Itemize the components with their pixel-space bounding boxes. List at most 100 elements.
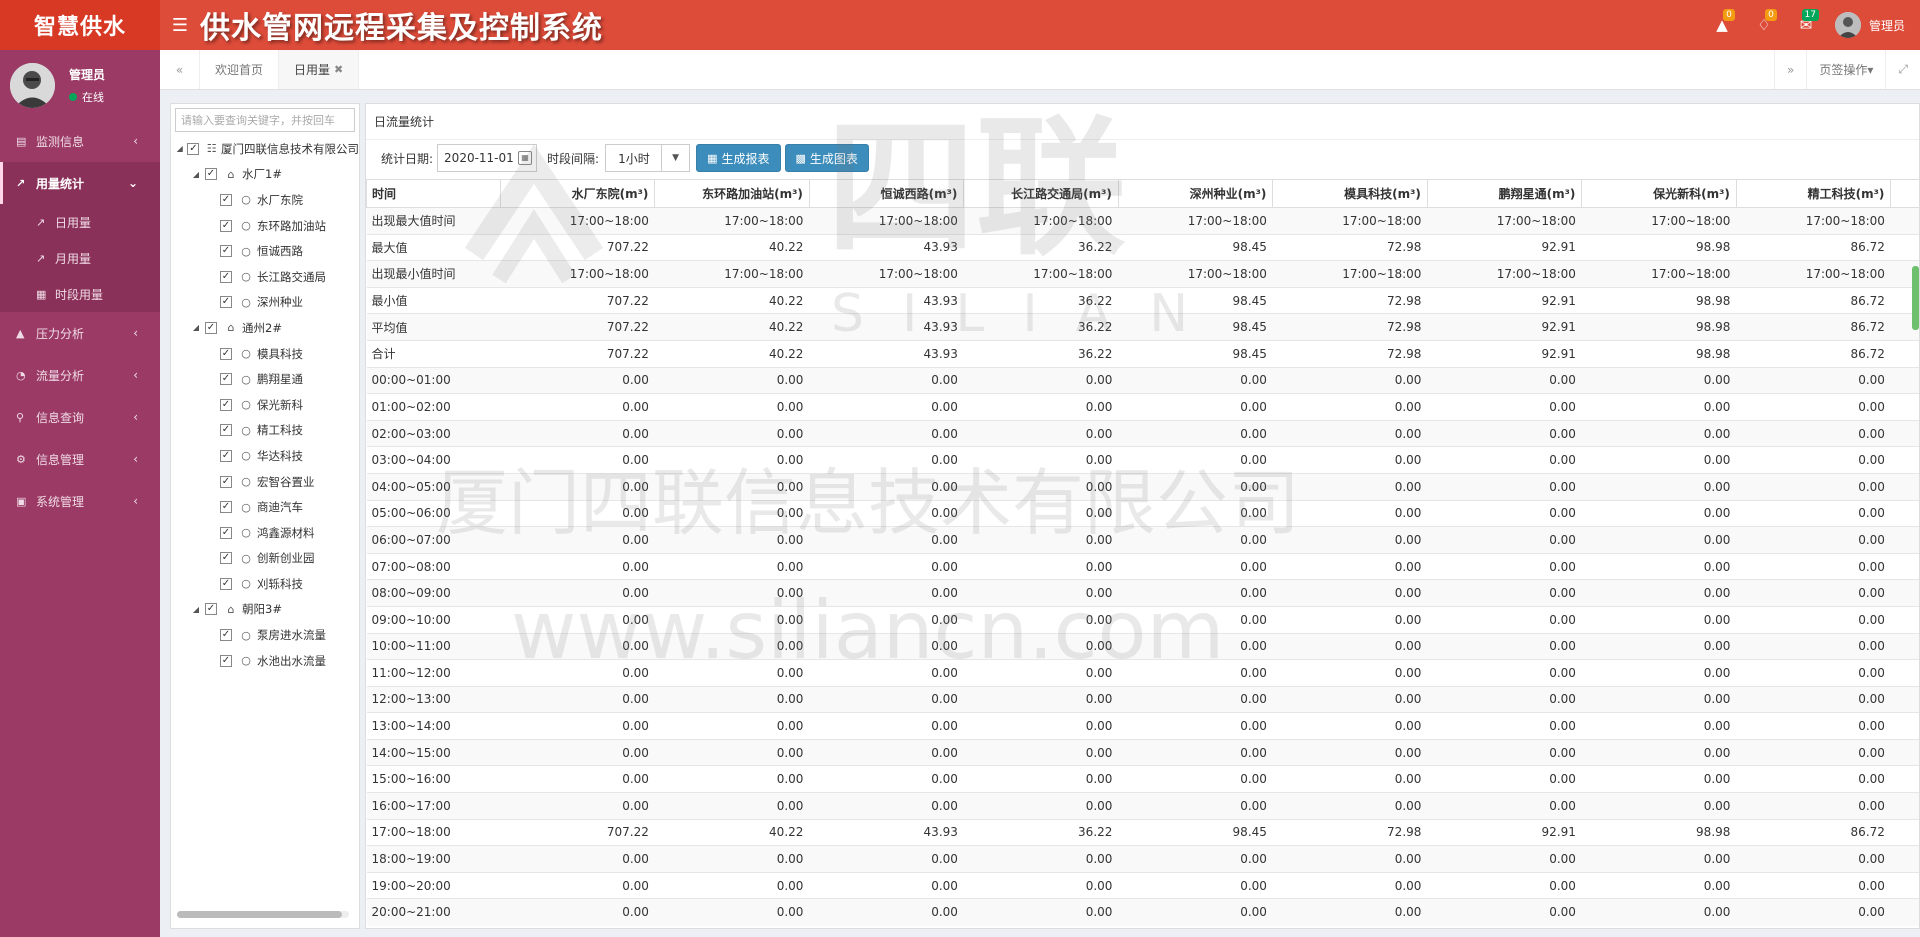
sidebar-item-info-manage[interactable]: ⚙ 信息管理 ‹ bbox=[0, 438, 160, 480]
collapse-toggle-icon[interactable]: ◢ bbox=[190, 605, 202, 614]
sidebar-item-period-usage[interactable]: ▦ 时段用量 bbox=[0, 276, 160, 312]
tree-checkbox[interactable]: ✓ bbox=[220, 629, 232, 642]
tree-checkbox[interactable]: ✓ bbox=[220, 475, 232, 488]
tree-node[interactable]: ✓ ○ 精工科技 bbox=[171, 418, 359, 444]
tree-node[interactable]: ✓ ○ 模具科技 bbox=[171, 341, 359, 367]
table-row[interactable]: 最小值 707.22 40.22 43.93 36.22 98.45 72.98 92.91 9… bbox=[366, 286, 1919, 314]
column-header[interactable]: 长江路交通局(m³) bbox=[963, 179, 1119, 208]
generate-report-button[interactable]: ▦ 生成报表 bbox=[696, 144, 781, 172]
table-row[interactable]: 合计 707.22 40.22 43.93 36.22 98.45 72.98 92.91 98… bbox=[366, 339, 1919, 368]
fullscreen-icon[interactable]: ⤢ bbox=[1885, 50, 1920, 89]
table-row[interactable]: 平均值 707.22 40.22 43.93 36.22 98.45 72.98 92.91 9… bbox=[366, 313, 1919, 341]
sidebar-item-system[interactable]: ▣ 系统管理 ‹ bbox=[0, 480, 160, 522]
messages-button[interactable]: ✉ 17 bbox=[1785, 0, 1827, 50]
calendar-icon[interactable]: ▦ bbox=[518, 151, 533, 165]
table-vertical-scrollbar[interactable] bbox=[1912, 266, 1919, 330]
column-header[interactable]: 深州种业(m³) bbox=[1117, 179, 1274, 208]
table-row[interactable]: 10:00~11:00 0.00 0.00 0.00 0.00 0.00 0.00 0.00 0… bbox=[366, 632, 1919, 660]
column-header[interactable]: 水厂东院(m³) bbox=[499, 179, 656, 208]
column-header[interactable]: 时间 bbox=[366, 179, 501, 208]
table-row[interactable]: 05:00~06:00 0.00 0.00 0.00 0.00 0.00 0.00 0.00 0… bbox=[366, 499, 1919, 527]
sidebar-item-pressure[interactable]: ▲ 压力分析 ‹ bbox=[0, 312, 160, 354]
tree-node[interactable]: ✓ ○ 长江路交通局 bbox=[171, 264, 359, 290]
date-input[interactable]: 2020-11-01 ▦ bbox=[437, 144, 538, 172]
tree-checkbox[interactable]: ✓ bbox=[220, 219, 232, 232]
close-icon[interactable]: ✖ bbox=[334, 63, 343, 76]
tree-checkbox[interactable]: ✓ bbox=[220, 347, 232, 360]
tree-checkbox[interactable]: ✓ bbox=[220, 373, 232, 386]
table-row[interactable]: 17:00~18:00 707.22 40.22 43.93 36.22 98.45 72.… bbox=[366, 818, 1919, 846]
tree-node[interactable]: ✓ ○ 刈轹科技 bbox=[171, 571, 359, 597]
user-menu[interactable]: 管理员 bbox=[1827, 12, 1920, 38]
sidebar-item-daily-usage[interactable]: ↗ 日用量 bbox=[0, 204, 160, 240]
tree-checkbox[interactable]: ✓ bbox=[220, 424, 232, 437]
sidebar-item-usage-stats[interactable]: ↗ 用量统计 ⌄ bbox=[0, 162, 160, 204]
table-row[interactable]: 19:00~20:00 0.00 0.00 0.00 0.00 0.00 0.00 0.00 0… bbox=[366, 871, 1919, 899]
table-row[interactable]: 出现最小值时间 17:00~18:00 17:00~18:00 17:00~18:00… bbox=[366, 260, 1919, 288]
tree-checkbox[interactable]: ✓ bbox=[220, 296, 232, 309]
table-row[interactable]: 08:00~09:00 0.00 0.00 0.00 0.00 0.00 0.00 0.00 0… bbox=[366, 579, 1919, 607]
tree-node[interactable]: ✓ ○ 深州种业 bbox=[171, 290, 359, 316]
tree-node[interactable]: ✓ ○ 创新创业园 bbox=[171, 546, 359, 572]
tree-node[interactable]: ✓ ○ 商迪汽车 bbox=[171, 494, 359, 520]
table-row[interactable]: 07:00~08:00 0.00 0.00 0.00 0.00 0.00 0.00 0.00 0… bbox=[366, 552, 1919, 580]
tree-checkbox[interactable]: ✓ bbox=[220, 526, 232, 539]
table-row[interactable]: 09:00~10:00 0.00 0.00 0.00 0.00 0.00 0.00 0.00 0… bbox=[366, 605, 1919, 633]
sidebar-item-monitoring[interactable]: ▤ 监测信息 ‹ bbox=[0, 120, 160, 162]
table-row[interactable]: 14:00~15:00 0.00 0.00 0.00 0.00 0.00 0.00 0.00 0… bbox=[366, 738, 1919, 766]
tree-checkbox[interactable]: ✓ bbox=[220, 270, 232, 283]
column-header[interactable]: 精工科技(m³) bbox=[1735, 179, 1892, 208]
table-row[interactable]: 13:00~14:00 0.00 0.00 0.00 0.00 0.00 0.00 0.00 0… bbox=[366, 712, 1919, 740]
column-header[interactable]: 鹏翔星通(m³) bbox=[1426, 179, 1583, 208]
tree-checkbox[interactable]: ✓ bbox=[220, 577, 232, 590]
column-header[interactable]: 华 bbox=[1890, 179, 1919, 208]
tree-node[interactable]: ✓ ○ 鸿鑫源材料 bbox=[171, 520, 359, 546]
tree-checkbox[interactable]: ✓ bbox=[220, 245, 232, 258]
sidebar-item-flow[interactable]: ◔ 流量分析 ‹ bbox=[0, 354, 160, 396]
sidebar-item-query[interactable]: ⚲ 信息查询 ‹ bbox=[0, 396, 160, 438]
table-row[interactable]: 11:00~12:00 0.00 0.00 0.00 0.00 0.00 0.00 0.00 0… bbox=[366, 659, 1919, 687]
tree-checkbox[interactable]: ✓ bbox=[220, 193, 232, 206]
collapse-toggle-icon[interactable]: ◢ bbox=[190, 323, 202, 332]
alerts-button[interactable]: ▲ 0 bbox=[1701, 0, 1743, 50]
table-row[interactable]: 18:00~19:00 0.00 0.00 0.00 0.00 0.00 0.00 0.00 0… bbox=[366, 845, 1919, 873]
column-header[interactable]: 保光新科(m³) bbox=[1581, 179, 1737, 208]
tabs-scroll-right-button[interactable]: » bbox=[1774, 50, 1806, 89]
tree-node[interactable]: ✓ ○ 泵房进水流量 bbox=[171, 622, 359, 648]
tree-node[interactable]: ◢ ✓ ⌂ 朝阳3# bbox=[171, 597, 359, 623]
app-logo[interactable]: 智慧供水 bbox=[0, 0, 160, 50]
tree-node[interactable]: ✓ ○ 鹏翔星通 bbox=[171, 366, 359, 392]
tab-daily-usage[interactable]: 日用量 ✖ bbox=[279, 50, 360, 89]
tree-node[interactable]: ✓ ○ 宏智谷置业 bbox=[171, 469, 359, 495]
table-row[interactable]: 02:00~03:00 0.00 0.00 0.00 0.00 0.00 0.00 0.00 0… bbox=[366, 419, 1919, 447]
tree-checkbox[interactable]: ✓ bbox=[205, 168, 217, 181]
tree-checkbox[interactable]: ✓ bbox=[220, 449, 232, 462]
table-row[interactable]: 03:00~04:00 0.00 0.00 0.00 0.00 0.00 0.00 0.00 0… bbox=[366, 446, 1919, 474]
table-row[interactable]: 20:00~21:00 0.00 0.00 0.00 0.00 0.00 0.00 0.00 0… bbox=[366, 898, 1919, 926]
tabs-scroll-left-button[interactable]: « bbox=[160, 50, 200, 89]
table-row[interactable]: 00:00~01:00 0.00 0.00 0.00 0.00 0.00 0.00 0.00 0… bbox=[366, 366, 1919, 394]
tree-horizontal-scrollbar[interactable] bbox=[177, 911, 349, 918]
collapse-toggle-icon[interactable]: ◢ bbox=[175, 144, 184, 153]
tree-checkbox[interactable]: ✓ bbox=[220, 552, 232, 565]
tree-node[interactable]: ◢ ✓ ⌂ 通州2# bbox=[171, 315, 359, 341]
sidebar-item-monthly-usage[interactable]: ↗ 月用量 bbox=[0, 240, 160, 276]
table-row[interactable]: 04:00~05:00 0.00 0.00 0.00 0.00 0.00 0.00 0.00 0… bbox=[366, 472, 1919, 501]
tree-node[interactable]: ✓ ○ 东环路加油站 bbox=[171, 213, 359, 239]
tree-search-input[interactable] bbox=[175, 108, 355, 132]
notifications-button[interactable]: ♢ 0 bbox=[1743, 0, 1785, 50]
tree-checkbox[interactable]: ✓ bbox=[205, 603, 217, 616]
column-header[interactable]: 模具科技(m³) bbox=[1272, 179, 1428, 208]
tree-checkbox[interactable]: ✓ bbox=[220, 654, 232, 667]
tab-operations-dropdown[interactable]: 页签操作 ▾ bbox=[1806, 50, 1885, 89]
tree-node[interactable]: ✓ ○ 水厂东院 bbox=[171, 187, 359, 213]
tree-checkbox[interactable]: ✓ bbox=[205, 321, 217, 334]
table-row[interactable]: 出现最大值时间 17:00~18:00 17:00~18:00 17:00~18:00… bbox=[366, 207, 1919, 235]
table-row[interactable]: 最大值 707.22 40.22 43.93 36.22 98.45 72.98 92.91 9… bbox=[366, 233, 1919, 261]
column-header[interactable]: 东环路加油站(m³) bbox=[654, 179, 810, 208]
table-row[interactable]: 16:00~17:00 0.00 0.00 0.00 0.00 0.00 0.00 0.00 0… bbox=[366, 792, 1919, 820]
tree-node[interactable]: ◢ ✓ ☷ 厦门四联信息技术有限公司 bbox=[171, 136, 359, 162]
tree-node[interactable]: ✓ ○ 华达科技 bbox=[171, 443, 359, 469]
tree-node[interactable]: ◢ ✓ ⌂ 水厂1# bbox=[171, 162, 359, 188]
sidebar-toggle-icon[interactable]: ☰ bbox=[160, 0, 200, 50]
